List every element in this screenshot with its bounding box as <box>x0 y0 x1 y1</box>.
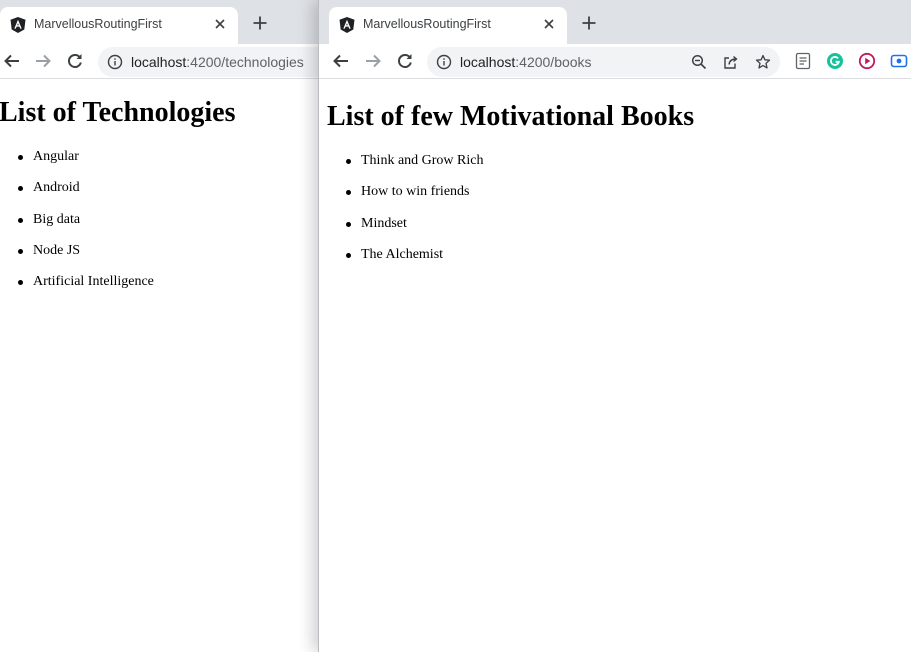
plus-icon[interactable] <box>250 13 270 33</box>
zoom-out-icon[interactable] <box>691 54 707 70</box>
list-item: Android <box>18 180 154 211</box>
address-bar[interactable]: localhost:4200/technologies <box>98 47 330 77</box>
browser-window-technologies: MarvellousRoutingFirst localhost:4200/te… <box>0 0 330 652</box>
url-host: localhost <box>460 54 516 70</box>
list-item: Mindset <box>346 216 483 247</box>
url-path: :4200/books <box>515 54 592 70</box>
browser-toolbar: localhost:4200/technologies <box>0 44 330 79</box>
arrow-right-icon[interactable] <box>362 50 384 72</box>
browser-tab[interactable]: MarvellousRoutingFirst <box>329 7 567 44</box>
arrow-left-icon[interactable] <box>1 50 23 72</box>
tab-strip: MarvellousRoutingFirst <box>319 0 911 44</box>
info-icon[interactable] <box>107 54 123 70</box>
reload-icon[interactable] <box>64 50 86 72</box>
technology-list: Angular Android Big data Node JS Artific… <box>18 149 154 305</box>
arrow-left-icon[interactable] <box>330 50 352 72</box>
star-icon[interactable] <box>755 54 771 70</box>
browser-toolbar: localhost:4200/books <box>319 44 911 79</box>
arrow-right-icon[interactable] <box>32 50 54 72</box>
browser-tab[interactable]: MarvellousRoutingFirst <box>0 7 238 44</box>
url-path: :4200/technologies <box>186 54 304 70</box>
list-item: Artificial Intelligence <box>18 274 154 305</box>
url-text: localhost:4200/books <box>460 54 592 70</box>
browser-window-books: MarvellousRoutingFirst localhost:4200/bo… <box>318 0 911 652</box>
tab-title: MarvellousRoutingFirst <box>34 17 162 31</box>
tab-title: MarvellousRoutingFirst <box>363 17 491 31</box>
page-content: List of Technologies Angular Android Big… <box>0 79 330 652</box>
page-title: List of few Motivational Books <box>327 101 695 132</box>
tab-strip: MarvellousRoutingFirst <box>0 0 330 44</box>
list-item: Think and Grow Rich <box>346 153 483 184</box>
list-item: Big data <box>18 212 154 243</box>
page-content: List of few Motivational Books Think and… <box>319 79 911 652</box>
close-icon[interactable] <box>541 16 557 32</box>
video-extension-icon[interactable] <box>858 52 876 70</box>
grammarly-icon[interactable] <box>826 52 844 70</box>
reading-mode-icon[interactable] <box>794 52 812 70</box>
angular-logo-icon <box>338 16 356 34</box>
page-title: List of Technologies <box>0 97 236 128</box>
angular-logo-icon <box>9 16 27 34</box>
close-icon[interactable] <box>212 16 228 32</box>
plus-icon[interactable] <box>579 13 599 33</box>
list-item: Angular <box>18 149 154 180</box>
list-item: Node JS <box>18 243 154 274</box>
reload-icon[interactable] <box>394 50 416 72</box>
info-icon[interactable] <box>436 54 452 70</box>
url-host: localhost <box>131 54 187 70</box>
address-bar[interactable]: localhost:4200/books <box>427 47 780 77</box>
book-list: Think and Grow Rich How to win friends M… <box>346 153 483 278</box>
screen-recorder-icon[interactable] <box>890 52 908 70</box>
list-item: The Alchemist <box>346 247 483 278</box>
share-icon[interactable] <box>723 54 739 70</box>
list-item: How to win friends <box>346 184 483 215</box>
url-text: localhost:4200/technologies <box>131 54 304 70</box>
